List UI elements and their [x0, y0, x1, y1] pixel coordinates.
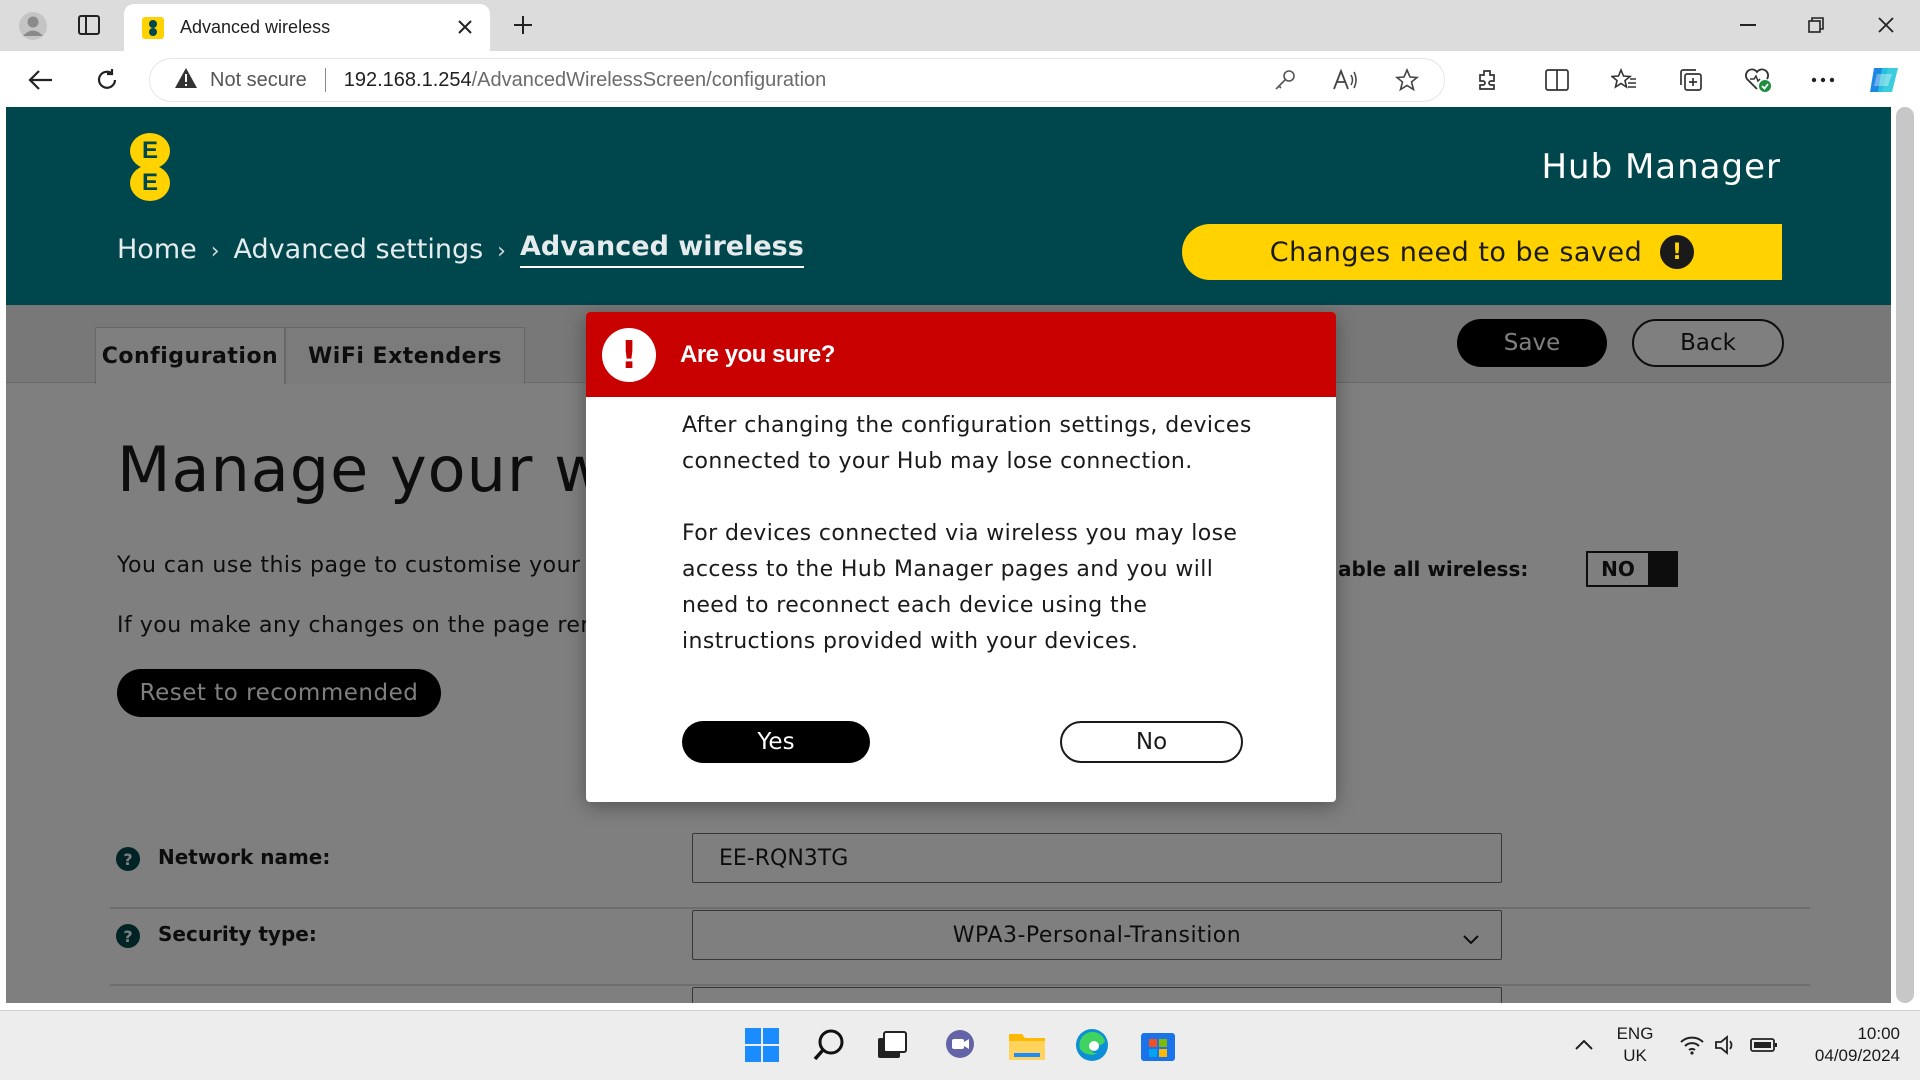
edge-browser-icon[interactable]: [1072, 1025, 1112, 1065]
browser-tab-active[interactable]: Advanced wireless: [124, 4, 490, 51]
yes-button[interactable]: Yes: [682, 721, 870, 763]
favorites-icon[interactable]: [1607, 63, 1641, 97]
alert-icon: !: [602, 327, 656, 382]
page-scrollbar-thumb[interactable]: [1896, 107, 1914, 1003]
url-path[interactable]: /AdvancedWirelessScreen/configuration: [472, 69, 827, 92]
dialog-message: After changing the configuration setting…: [682, 408, 1262, 660]
profile-icon[interactable]: [14, 10, 52, 42]
confirm-dialog: ! Are you sure? After changing the confi…: [586, 312, 1336, 802]
volume-icon[interactable]: [1706, 1025, 1746, 1065]
file-explorer-icon[interactable]: [1007, 1025, 1047, 1065]
teams-chat-icon[interactable]: [940, 1025, 980, 1065]
header-overlay-clear: [6, 107, 1891, 305]
split-screen-icon[interactable]: [1540, 63, 1574, 97]
close-tab-icon[interactable]: [454, 16, 476, 38]
tab-title: Advanced wireless: [180, 17, 331, 37]
language-code: ENG: [1616, 1024, 1654, 1043]
extensions-icon[interactable]: [1470, 63, 1504, 97]
dialog-paragraph: For devices connected via wireless you m…: [682, 521, 1238, 654]
browser-tab-bar: Advanced wireless: [0, 0, 1920, 51]
back-arrow-icon[interactable]: [24, 63, 58, 97]
refresh-icon[interactable]: [90, 63, 124, 97]
dialog-paragraph: After changing the configuration setting…: [682, 413, 1252, 474]
windows-start-icon[interactable]: [742, 1025, 782, 1065]
search-icon[interactable]: [809, 1025, 849, 1065]
browser-essentials-icon[interactable]: [1741, 63, 1775, 97]
battery-icon[interactable]: [1744, 1025, 1784, 1065]
ee-favicon-icon: [142, 16, 164, 39]
tab-actions-icon[interactable]: [74, 12, 104, 38]
url-host[interactable]: 192.168.1.254: [344, 69, 472, 92]
close-window-icon[interactable]: [1866, 8, 1906, 42]
key-icon[interactable]: [1268, 63, 1302, 97]
collections-icon[interactable]: [1674, 63, 1708, 97]
show-hidden-icons-chevron-icon[interactable]: [1564, 1025, 1604, 1065]
keyboard-layout: UK: [1623, 1046, 1647, 1065]
read-aloud-icon[interactable]: [1328, 63, 1362, 97]
favorite-star-icon[interactable]: [1390, 63, 1424, 97]
minimize-icon[interactable]: [1728, 8, 1768, 42]
address-separator: [324, 68, 326, 92]
new-tab-icon[interactable]: [508, 10, 538, 40]
restore-icon[interactable]: [1796, 8, 1836, 42]
microsoft-store-icon[interactable]: [1138, 1025, 1178, 1065]
dialog-title: Are you sure?: [680, 340, 835, 368]
task-view-icon[interactable]: [872, 1025, 912, 1065]
browser-toolbar: Not secure 192.168.1.254 /AdvancedWirele…: [0, 51, 1920, 107]
security-label[interactable]: Not secure: [210, 69, 307, 92]
warning-triangle-icon[interactable]: [174, 67, 198, 93]
dialog-header: ! Are you sure?: [586, 312, 1336, 397]
clock-time: 10:00: [1857, 1024, 1900, 1043]
no-button[interactable]: No: [1060, 721, 1243, 763]
language-indicator[interactable]: ENG UK: [1610, 1024, 1660, 1066]
more-menu-icon[interactable]: [1806, 63, 1840, 97]
address-bar[interactable]: Not secure 192.168.1.254 /AdvancedWirele…: [150, 59, 1444, 101]
windows-taskbar: ENG UK 10:00 04/09/2024: [0, 1010, 1920, 1080]
clock-date: 04/09/2024: [1814, 1046, 1900, 1065]
clock[interactable]: 10:00 04/09/2024: [1790, 1024, 1900, 1066]
copilot-icon[interactable]: [1868, 63, 1902, 97]
